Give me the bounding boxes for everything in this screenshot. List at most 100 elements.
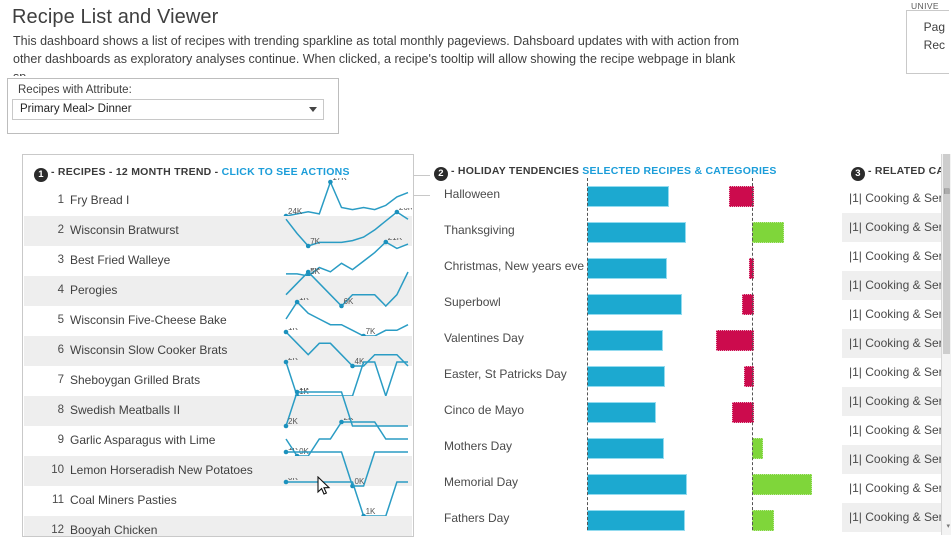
recipe-rank: 7 — [57, 374, 64, 386]
recipe-row[interactable]: 12Booyah Chicken 1K — [24, 516, 412, 536]
holiday-label: Halloween — [444, 187, 501, 201]
holiday-recipes-bar[interactable] — [587, 222, 686, 243]
recipe-name: Swedish Meatballs II — [70, 403, 181, 417]
recipe-rank: 9 — [57, 434, 64, 446]
holiday-recipes-bar[interactable] — [587, 258, 667, 279]
holiday-recipes-bar[interactable] — [587, 366, 665, 387]
recipe-rank: 6 — [57, 344, 64, 356]
holiday-label: Mothers Day — [444, 439, 513, 453]
recipe-rank: 8 — [57, 404, 64, 416]
holiday-recipes-bar[interactable] — [587, 438, 664, 459]
recipe-rank: 2 — [57, 224, 64, 236]
holiday-row[interactable]: Mothers Day — [430, 430, 842, 466]
holiday-tendency-bar[interactable] — [752, 474, 812, 495]
category-row[interactable]: |1| Cooking & Serv — [842, 271, 942, 300]
category-row[interactable]: |1| Cooking & Serv — [842, 445, 942, 474]
corner-legend-line-2: Rec — [923, 38, 945, 52]
recipes-header-static: - RECIPES - 12 MONTH TREND - — [51, 166, 219, 178]
category-label: |1| Cooking & Serv — [849, 249, 942, 263]
holiday-row[interactable]: Superbowl — [430, 286, 842, 322]
category-row[interactable]: |1| Cooking & Serv — [842, 503, 942, 532]
holiday-tendencies-panel: 2- HOLIDAY TENDENCIES SELECTED RECIPES &… — [430, 154, 842, 535]
svg-text:2K: 2K — [288, 358, 298, 362]
category-row[interactable]: |1| Cooking & Serv — [842, 416, 942, 445]
holiday-recipes-bar[interactable] — [587, 510, 685, 531]
holiday-recipes-bar[interactable] — [587, 186, 669, 207]
recipes-header-action-link[interactable]: CLICK TO SEE ACTIONS — [222, 166, 350, 178]
recipe-rank: 4 — [57, 284, 64, 296]
category-row[interactable]: |1| Cooking & Serv — [842, 184, 942, 213]
page-title: Recipe List and Viewer — [12, 6, 219, 28]
holiday-row[interactable]: Memorial Day — [430, 466, 842, 502]
holiday-label: Valentines Day — [444, 331, 524, 345]
holiday-tendency-bar[interactable] — [716, 330, 754, 351]
attribute-dropdown[interactable]: Primary Meal> Dinner — [12, 99, 324, 120]
svg-text:1K: 1K — [299, 388, 309, 392]
recipe-rank: 10 — [51, 464, 64, 476]
holiday-row[interactable]: Cinco de Mayo — [430, 394, 842, 430]
page-scrollbar-thumb[interactable] — [943, 154, 950, 354]
panel-badge-1: 1 — [34, 168, 48, 182]
category-label: |1| Cooking & Serv — [849, 220, 942, 234]
sparkline[interactable]: 1K — [282, 508, 412, 537]
holiday-row[interactable]: Halloween — [430, 178, 842, 214]
page-scrollbar[interactable] — [941, 154, 951, 535]
holiday-recipes-bar[interactable] — [587, 474, 687, 495]
category-row[interactable]: |1| Cooking & Serv — [842, 242, 942, 271]
mouse-cursor — [317, 476, 331, 495]
holiday-tendency-bar[interactable] — [732, 402, 754, 423]
holiday-row[interactable]: Thanksgiving — [430, 214, 842, 250]
category-row[interactable]: |1| Cooking & Serv — [842, 387, 942, 416]
holiday-row[interactable]: Valentines Day — [430, 322, 842, 358]
holiday-label: Thanksgiving — [444, 223, 515, 237]
category-label: |1| Cooking & Serv — [849, 278, 942, 292]
svg-text:3K: 3K — [310, 268, 320, 272]
category-label: |1| Cooking & Serv — [849, 394, 942, 408]
category-label: |1| Cooking & Serv — [849, 510, 942, 524]
chevron-down-icon — [309, 107, 317, 112]
recipe-name: Coal Miners Pasties — [70, 493, 177, 507]
category-row[interactable]: |1| Cooking & Serv — [842, 358, 942, 387]
holiday-label: Memorial Day — [444, 475, 519, 489]
category-label: |1| Cooking & Serv — [849, 481, 942, 495]
holiday-label: Christmas, New years eve — [444, 259, 585, 273]
recipe-name: Wisconsin Slow Cooker Brats — [70, 343, 228, 357]
category-row[interactable]: |1| Cooking & Serv — [842, 300, 942, 329]
svg-text:26K: 26K — [399, 208, 412, 212]
holiday-tendency-bar[interactable] — [729, 186, 754, 207]
category-row[interactable]: |1| Cooking & Serv — [842, 329, 942, 358]
holiday-tendency-bar[interactable] — [752, 510, 774, 531]
recipes-panel: 1- RECIPES - 12 MONTH TREND - CLICK TO S… — [22, 154, 414, 537]
holiday-row[interactable]: Christmas, New years eve — [430, 250, 842, 286]
scroll-caret-icon[interactable]: ▤ — [943, 187, 950, 195]
categories-header-static: - RELATED CATE — [868, 165, 942, 177]
holiday-recipes-bar[interactable] — [587, 294, 682, 315]
corner-legend-line-1: Pag — [923, 20, 945, 34]
scroll-caret-down-icon[interactable]: ▾ — [946, 522, 950, 530]
svg-text:1K: 1K — [299, 298, 309, 302]
svg-text:1K: 1K — [288, 328, 298, 332]
holiday-label: Fathers Day — [444, 511, 510, 525]
category-label: |1| Cooking & Serv — [849, 365, 942, 379]
svg-text:0K: 0K — [288, 478, 298, 482]
category-row[interactable]: |1| Cooking & Serv — [842, 213, 942, 242]
recipe-rank: 11 — [52, 494, 64, 506]
panel-badge-3: 3 — [851, 167, 865, 181]
svg-text:1K: 1K — [288, 448, 298, 452]
holiday-row[interactable]: Fathers Day — [430, 502, 842, 535]
recipe-name: Sheboygan Grilled Brats — [70, 373, 201, 387]
recipe-rank: 12 — [51, 524, 64, 536]
recipe-name: Wisconsin Bratwurst — [70, 223, 179, 237]
category-row[interactable]: |1| Cooking & Serv — [842, 474, 942, 503]
recipe-name: Perogies — [70, 283, 118, 297]
category-label: |1| Cooking & Serv — [849, 191, 942, 205]
holiday-recipes-bar[interactable] — [587, 402, 656, 423]
holiday-header-static: - HOLIDAY TENDENCIES — [451, 165, 580, 177]
holiday-axis-line-left — [587, 178, 588, 530]
holiday-tendency-bar[interactable] — [752, 438, 763, 459]
holiday-tendency-bar[interactable] — [752, 222, 784, 243]
holiday-row[interactable]: Easter, St Patricks Day — [430, 358, 842, 394]
holiday-recipes-bar[interactable] — [587, 330, 663, 351]
related-categories-panel: 3- RELATED CATE |1| Cooking & Serv |1| Co… — [842, 154, 942, 535]
recipe-rank: 5 — [57, 314, 64, 326]
